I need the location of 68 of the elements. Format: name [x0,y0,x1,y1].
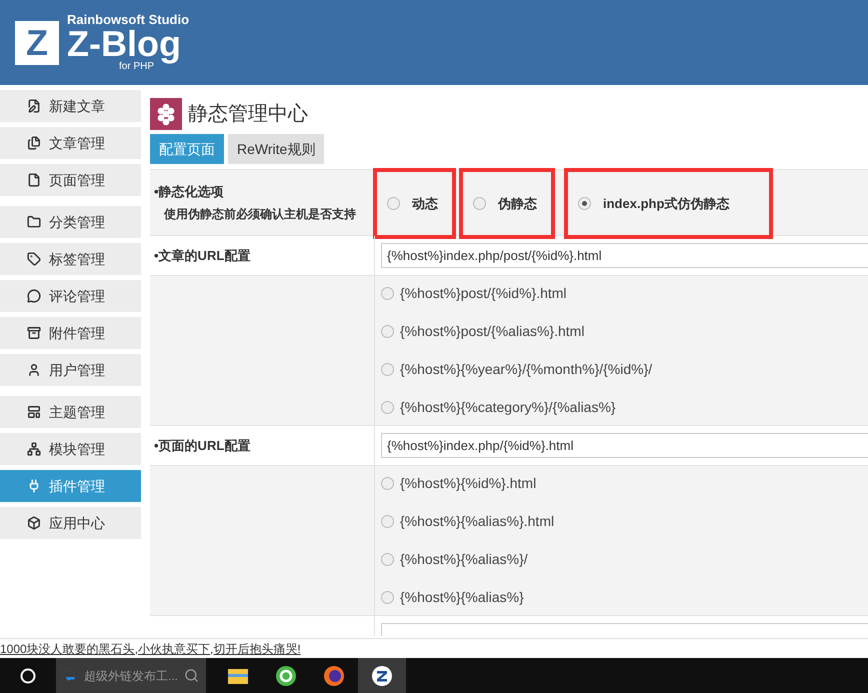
radio-button[interactable] [473,197,486,210]
studio-name: Rainbowsoft Studio [67,13,190,26]
radio-button[interactable] [387,197,400,210]
field-label: •文章的URL配置 [150,236,375,275]
hexagon-cluster-icon [150,98,182,130]
document-icon [27,173,41,187]
radio-option[interactable]: {%host%}{%id%}.html [381,473,554,494]
z-circle-icon [371,664,393,686]
field-label: •页面的URL配置 [150,426,375,465]
field-hint: 使用伪静态前必须确认主机是否支持 [162,206,357,223]
start-circle-icon[interactable] [20,668,36,684]
radio-button[interactable] [381,553,394,566]
sidebar-item[interactable]: 新建文章 [0,90,141,122]
sidebar-item[interactable]: 主题管理 [0,396,141,428]
radio-option[interactable]: {%host%}{%year%}/{%month%}/{%id%}/ [381,359,652,380]
brand-subtitle: for PHP [119,62,154,72]
folder-icon [27,215,41,229]
tab[interactable]: ReWrite规则 [228,134,324,164]
url-field[interactable]: {%host%}index.php/{%id%}.html [381,433,868,458]
radio-option[interactable]: {%host%}post/{%alias%}.html [381,321,652,342]
pen-document-icon [27,99,41,113]
tree-icon [27,442,41,456]
news-link[interactable]: 1000块没人敢要的黑石头,小伙执意买下,切开后抱头痛哭! [0,640,301,658]
documents-icon [27,136,41,150]
radio-button[interactable] [381,287,394,300]
sidebar-item[interactable]: 分类管理 [0,206,141,238]
page-title: 静态管理中心 [188,102,308,127]
radio-option[interactable]: {%host%}{%alias%}/ [381,549,554,570]
radio-option[interactable]: {%host%}{%alias%}.html [381,511,554,532]
radio-option[interactable]: {%host%}{%alias%} [381,587,554,608]
radio-option[interactable]: index.php式仿伪静态 [564,168,774,239]
cabinet-icon [27,326,41,340]
radio-option[interactable]: 伪静态 [459,168,555,239]
radio-button[interactable] [381,515,394,528]
radio-option[interactable]: {%host%}{%category%}/{%alias%} [381,397,652,418]
fox-globe-icon [323,664,345,686]
sidebar-item[interactable]: 附件管理 [0,317,141,349]
folder-icon [227,666,249,684]
cube-icon [27,516,41,530]
ring-globe-icon [275,664,297,686]
sidebar-item[interactable]: 文章管理 [0,127,141,159]
search-icon [184,668,200,683]
speech-bubble-icon [27,289,41,303]
radio-button[interactable] [381,363,394,376]
url-field[interactable]: {%host%}index.php/post/{%id%}.html [381,243,868,268]
sidebar-item[interactable]: 标签管理 [0,243,141,275]
layout-icon [27,405,41,419]
sidebar-item[interactable]: 评论管理 [0,280,141,312]
radio-option[interactable]: {%host%}post/{%id%}.html [381,283,652,304]
logo-icon: Z [15,20,59,64]
taskbar-search-field[interactable]: 超级外链发布工... [56,658,206,693]
radio-button[interactable] [381,325,394,338]
taskbar-app[interactable] [358,658,406,693]
radio-button[interactable] [381,591,394,604]
brand-name: Z-Blog [67,26,181,62]
radio-button[interactable] [381,401,394,414]
sidebar-item[interactable]: 页面管理 [0,164,141,196]
plug-icon [27,479,41,493]
url-field[interactable] [381,623,868,636]
sidebar-item[interactable]: 模块管理 [0,433,141,465]
radio-option[interactable]: 动态 [373,168,456,239]
sidebar-item[interactable]: 应用中心 [0,507,141,539]
person-icon [27,363,41,377]
radio-button[interactable] [578,197,591,210]
sidebar-item[interactable]: 用户管理 [0,354,141,386]
field-label: •静态化选项 [154,183,225,202]
tag-icon [27,252,41,266]
radio-button[interactable] [381,477,394,490]
